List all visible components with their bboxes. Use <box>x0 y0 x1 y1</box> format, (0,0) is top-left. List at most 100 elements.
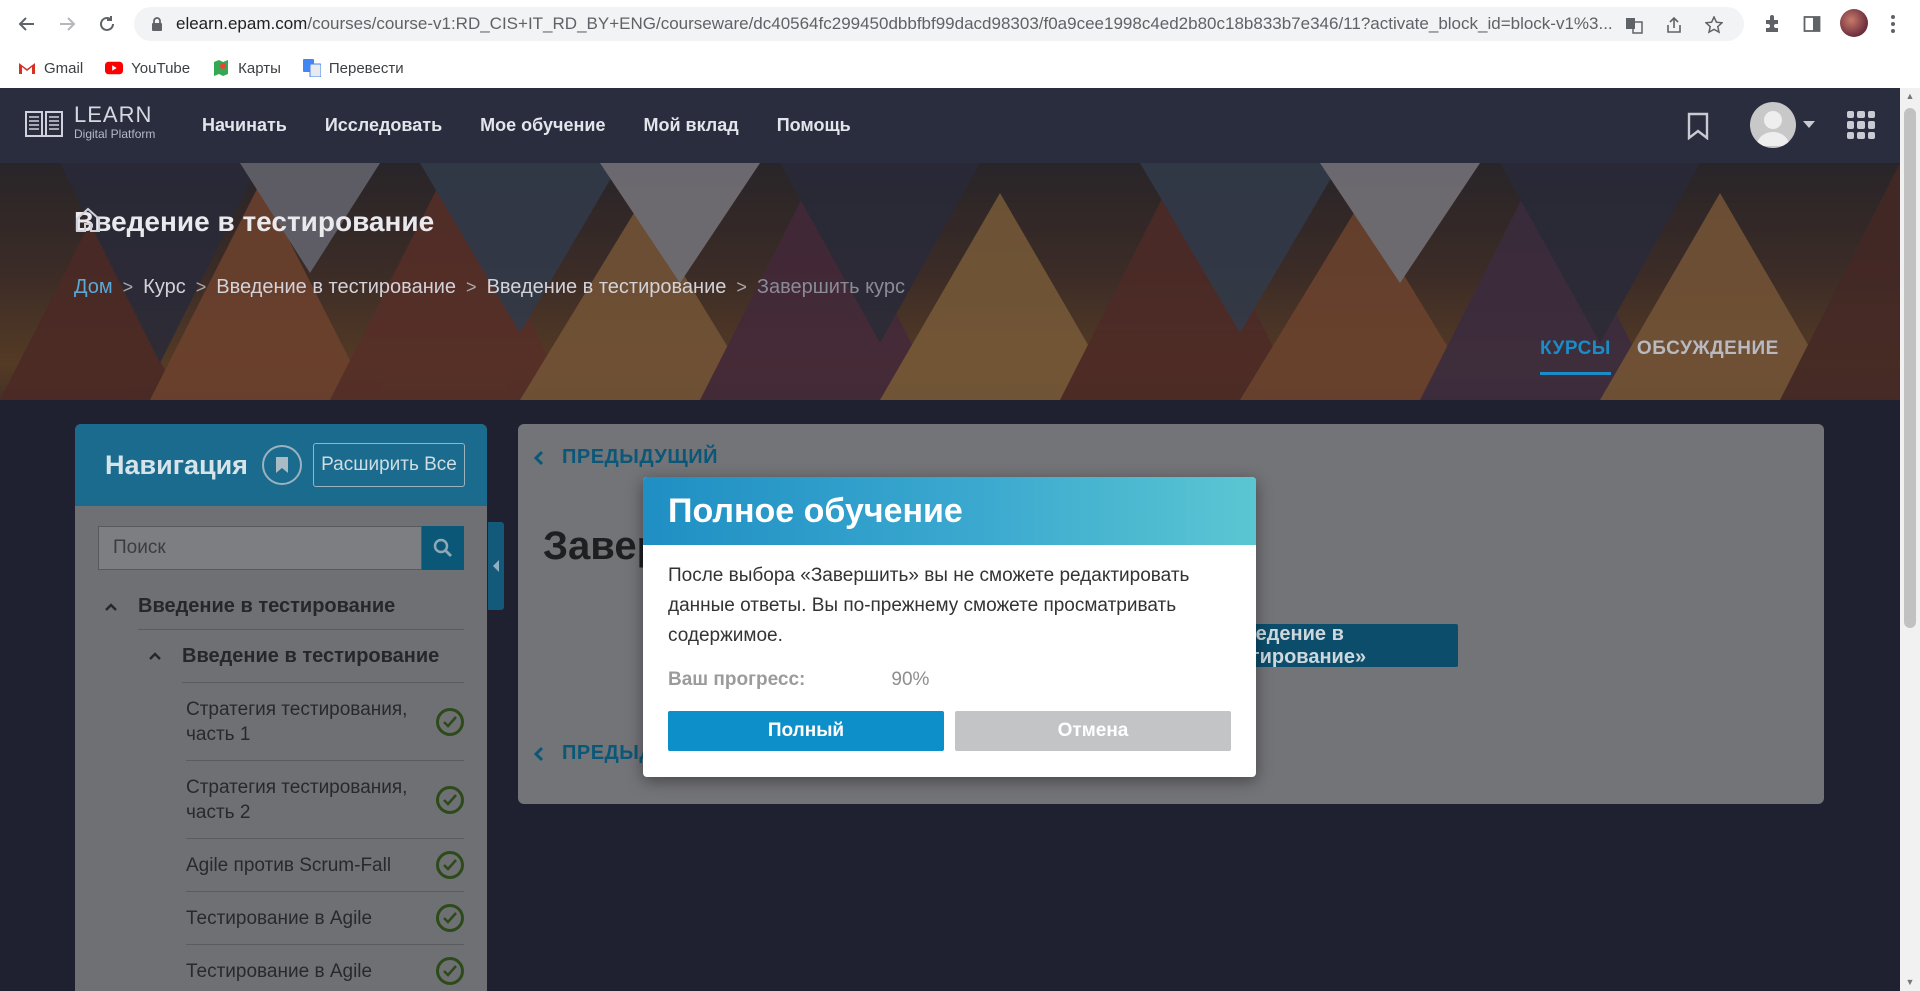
site-header: LEARN Digital Platform Начинать Исследов… <box>0 88 1900 163</box>
unit-label: Стратегия тестирования, часть 1 <box>186 698 408 745</box>
breadcrumb-home[interactable]: Дом <box>74 276 113 299</box>
user-menu-caret-icon[interactable] <box>1803 121 1815 128</box>
home-icon[interactable] <box>74 206 102 234</box>
expand-all-button[interactable]: Расширить Все <box>313 443 465 487</box>
translate-icon[interactable] <box>1624 15 1644 35</box>
menu-item-help[interactable]: Помощь <box>777 115 851 136</box>
navigation-search: Поиск <box>98 526 464 570</box>
breadcrumb-course[interactable]: Курс <box>143 276 186 299</box>
logo-subtitle: Digital Platform <box>74 127 156 141</box>
unit-item[interactable]: Стратегия тестирования, часть 1 <box>186 683 464 761</box>
subsection-item[interactable]: Введение в тестирование <box>142 630 464 682</box>
chevron-left-icon <box>533 746 544 761</box>
confirm-complete-button[interactable]: Полный <box>668 711 944 751</box>
course-navigation: Навигация Расширить Все Поиск Введение в… <box>75 424 487 991</box>
menu-kebab-icon[interactable] <box>1880 11 1906 37</box>
sidebar-collapse-toggle[interactable] <box>488 522 504 610</box>
bookmarks-toggle-icon[interactable] <box>261 445 302 485</box>
user-avatar[interactable] <box>1750 102 1796 148</box>
scroll-down-icon[interactable]: ▼ <box>1905 978 1915 987</box>
page-scrollbar[interactable]: ▲ ▼ <box>1900 88 1920 991</box>
course-title-text: Введение в тестирование <box>74 206 435 237</box>
menu-item-start[interactable]: Начинать <box>202 115 287 136</box>
menu-item-explore[interactable]: Исследовать <box>325 115 442 136</box>
star-icon[interactable] <box>1704 15 1724 35</box>
chevron-left-icon <box>493 560 499 572</box>
previous-button-top[interactable]: ПРЕДЫДУЩИЙ <box>532 446 718 469</box>
browser-chrome: elearn.epam.com/courses/course-v1:RD_CIS… <box>0 0 1920 88</box>
bookmark-label: Перевести <box>328 59 404 77</box>
breadcrumb-subsection[interactable]: Введение в тестирование <box>487 276 727 299</box>
menu-item-my-contribution[interactable]: Мой вклад <box>643 115 738 136</box>
unit-item[interactable]: Стратегия тестирования, часть 2 <box>186 761 464 839</box>
translate-bookmark-icon <box>302 59 321 77</box>
breadcrumb: Дом > Курс > Введение в тестирование > В… <box>74 276 905 299</box>
unit-item[interactable]: Тестирование в Agile <box>186 892 464 945</box>
profile-avatar[interactable] <box>1840 9 1868 37</box>
section-item[interactable]: Введение в тестирование <box>98 584 464 629</box>
dialog-title: Полное обучение <box>668 491 963 530</box>
navigation-title: Навигация <box>105 449 248 480</box>
forward-icon[interactable] <box>54 11 80 37</box>
chevron-left-icon <box>533 450 544 465</box>
scroll-up-icon[interactable]: ▲ <box>1905 92 1915 101</box>
lock-icon[interactable] <box>148 15 166 33</box>
unit-label: Тестирование в Agile <box>186 907 373 929</box>
search-icon <box>433 538 452 557</box>
subsection-label: Введение в тестирование <box>182 644 440 667</box>
checkmark-icon <box>436 957 464 985</box>
page: LEARN Digital Platform Начинать Исследов… <box>0 88 1900 991</box>
bookmark-icon[interactable] <box>1686 112 1710 140</box>
reload-icon[interactable] <box>94 11 120 37</box>
tab-courses[interactable]: КУРСЫ <box>1540 338 1611 375</box>
section-label: Введение в тестирование <box>138 595 396 617</box>
dialog-header: Полное обучение <box>643 477 1256 545</box>
dialog-actions: Полный Отмена <box>668 711 1231 751</box>
search-input[interactable]: Поиск <box>98 526 422 570</box>
bookmark-youtube[interactable]: YouTube <box>105 59 190 77</box>
navigation-header: Навигация Расширить Все <box>75 424 487 506</box>
side-panel-icon[interactable] <box>1799 11 1825 37</box>
checkmark-icon <box>436 785 464 814</box>
back-icon[interactable] <box>14 11 40 37</box>
extensions-icon[interactable] <box>1759 11 1785 37</box>
maps-icon <box>212 59 230 77</box>
tab-discussion[interactable]: ОБСУЖДЕНИЕ <box>1637 338 1779 375</box>
breadcrumb-section[interactable]: Введение в тестирование <box>216 276 456 299</box>
book-logo-icon <box>25 111 63 137</box>
site-logo[interactable]: LEARN Digital Platform <box>24 104 155 142</box>
bookmark-translate[interactable]: Перевести <box>302 59 404 77</box>
chevron-right-icon: > <box>466 277 477 297</box>
unit-item[interactable]: Agile против Scrum-Fall <box>186 839 464 892</box>
browser-toolbar: elearn.epam.com/courses/course-v1:RD_CIS… <box>0 0 1920 48</box>
bookmark-label: Gmail <box>44 59 84 77</box>
bookmark-maps[interactable]: Карты <box>212 59 281 77</box>
unit-label: Тестирование в Agile <box>186 960 373 982</box>
menu-item-my-learning[interactable]: Мое обучение <box>480 115 605 136</box>
chevron-right-icon: > <box>736 277 747 297</box>
search-button[interactable] <box>422 526 464 570</box>
course-tabs: КУРСЫ ОБСУЖДЕНИЕ <box>1540 338 1805 375</box>
previous-label: ПРЕДЫДУЩИЙ <box>562 446 718 468</box>
address-bar[interactable]: elearn.epam.com/courses/course-v1:RD_CIS… <box>134 7 1744 41</box>
chevron-up-icon <box>105 602 117 611</box>
cancel-button[interactable]: Отмена <box>955 711 1231 751</box>
course-tree: Введение в тестирование Введение в тести… <box>98 584 464 991</box>
breadcrumb-current: Завершить курс <box>756 276 905 298</box>
share-icon[interactable] <box>1664 15 1684 35</box>
progress-row: Ваш прогресс: 90% <box>643 669 1256 691</box>
apps-grid-icon[interactable] <box>1847 111 1875 139</box>
complete-course-dialog: Полное обучение После выбора «Завершить»… <box>643 477 1256 777</box>
unit-item[interactable]: Тестирование в Agile <box>186 945 464 991</box>
progress-label: Ваш прогресс: <box>668 669 806 690</box>
course-title: Введение в тестирование <box>74 206 434 238</box>
progress-value: 90% <box>891 669 930 690</box>
scrollbar-thumb[interactable] <box>1904 108 1916 628</box>
bookmark-gmail[interactable]: Gmail <box>18 59 83 77</box>
gmail-icon <box>18 59 36 77</box>
chevron-up-icon <box>149 652 161 660</box>
checkmark-icon <box>436 707 464 736</box>
youtube-icon <box>105 59 124 77</box>
main-menu: Начинать Исследовать Мое обучение Мой вк… <box>202 88 889 163</box>
logo-title: LEARN <box>74 102 153 127</box>
